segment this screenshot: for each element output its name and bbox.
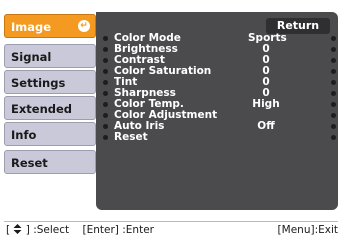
- row-end-icon: [331, 135, 336, 140]
- tab-extended[interactable]: Extended: [4, 96, 96, 120]
- row-bullet-icon: [103, 80, 108, 85]
- row-bullet-icon: [103, 124, 108, 129]
- setting-value: Off: [257, 120, 275, 132]
- enter-icon: ↵: [78, 20, 90, 32]
- row-bullet-icon: [103, 135, 108, 140]
- row-end-icon: [331, 91, 336, 96]
- tab-image[interactable]: Image ↵: [4, 14, 96, 38]
- select-hint: ] :Select: [25, 224, 70, 236]
- tab-reset-label: Reset: [11, 156, 48, 170]
- row-bullet-icon: [103, 69, 108, 74]
- row-bullet-icon: [103, 47, 108, 52]
- row-bullet-icon: [103, 102, 108, 107]
- row-end-icon: [331, 47, 336, 52]
- row-end-icon: [331, 102, 336, 107]
- row-end-icon: [331, 124, 336, 129]
- row-bullet-icon: [103, 91, 108, 96]
- row-end-icon: [331, 58, 336, 63]
- tab-signal-label: Signal: [11, 50, 52, 64]
- enter-hint: [Enter] :Enter: [82, 224, 154, 236]
- setting-row-reset[interactable]: Reset: [100, 132, 336, 143]
- up-down-arrow-icon: [13, 224, 22, 234]
- tab-image-label: Image: [11, 20, 52, 34]
- row-bullet-icon: [103, 36, 108, 41]
- tab-reset[interactable]: Reset: [4, 150, 96, 174]
- row-end-icon: [331, 80, 336, 85]
- settings-list: Color Mode Sports Brightness 0 Contrast …: [100, 33, 336, 143]
- tab-settings-label: Settings: [11, 76, 66, 90]
- row-end-icon: [331, 113, 336, 118]
- row-bullet-icon: [103, 58, 108, 63]
- row-bullet-icon: [103, 113, 108, 118]
- setting-label: Reset: [114, 131, 148, 143]
- tab-settings[interactable]: Settings: [4, 70, 96, 94]
- setting-value: High: [252, 98, 280, 110]
- exit-hint: [Menu]:Exit: [277, 224, 338, 236]
- row-end-icon: [331, 36, 336, 41]
- row-end-icon: [331, 69, 336, 74]
- tab-signal[interactable]: Signal: [4, 44, 96, 68]
- tab-info[interactable]: Info: [4, 122, 96, 146]
- tab-extended-label: Extended: [11, 102, 73, 116]
- key-hint-bar: [ ] :Select [Enter] :Enter [Menu]:Exit: [4, 221, 338, 238]
- select-hint-prefix: [: [6, 224, 11, 236]
- key-hints-left: [ ] :Select [Enter] :Enter: [6, 222, 154, 238]
- tab-info-label: Info: [11, 128, 37, 142]
